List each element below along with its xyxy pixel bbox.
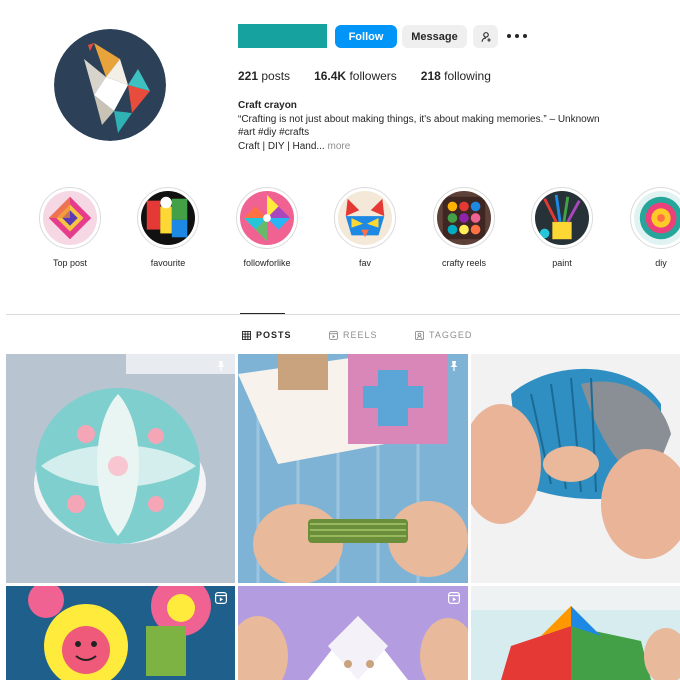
post-image [471,354,680,583]
following-count: 218 [420,69,441,83]
following-stat[interactable]: 218 following [421,69,491,83]
highlight-followforlike[interactable]: followforlike [227,187,307,268]
paper-art-icon [141,191,195,245]
post-tile-paper-card-folding[interactable] [238,354,468,583]
display-name: Craft crayon [238,100,297,111]
suggested-users-button[interactable] [473,25,498,48]
username-redacted [238,24,327,48]
posts-count: 221 [238,69,259,83]
follow-button[interactable]: Follow [335,25,397,48]
bio-more-link[interactable]: more [328,141,351,152]
grid-icon [242,330,251,340]
reels-icon [215,592,227,604]
highlight-label: Top post [52,258,88,268]
origami-star-icon [43,191,97,245]
highlight-label: fav [358,258,371,268]
paint-brushes-icon [535,191,589,245]
reels-icon [448,592,460,604]
post-tile-paper-flower-crafts[interactable] [6,586,235,680]
paper-cat-icon [338,191,392,245]
bio-line: Craft | DIY | Hand... more [238,140,658,154]
message-button[interactable]: Message [402,25,467,48]
active-tab-indicator [240,313,285,314]
tagged-icon [415,330,424,340]
following-label: following [444,69,491,83]
highlight-label: followforlike [243,258,291,268]
bio-hashtags: #art #diy #crafts [238,127,310,138]
add-user-icon [481,31,491,42]
story-highlights: Top post favourite followforlike fav cra… [0,187,680,277]
highlight-label: paint [552,258,572,268]
followers-label: followers [349,69,397,83]
posts-stat: 221 posts [238,69,290,83]
highlight-diy[interactable]: diy [621,187,680,268]
post-image [471,586,680,680]
tab-label: POSTS [256,330,292,340]
highlight-label: crafty reels [441,258,486,268]
bio-quote: “Crafting is not just about making thing… [238,113,600,125]
bio-truncated-text: Craft | DIY | Hand... [238,140,325,152]
profile-stats: 221 posts 16.4K followers 218 following [238,69,515,83]
pin-icon [217,361,225,371]
post-image [238,354,468,583]
tab-posts[interactable]: POSTS [242,330,292,340]
highlight-favourite[interactable]: favourite [128,187,208,268]
profile-avatar[interactable] [54,29,166,141]
highlight-crafty-reels[interactable]: crafty reels [424,187,504,268]
post-tile-paper-fan-toy[interactable] [471,354,680,583]
tab-tagged[interactable]: TAGGED [415,330,472,340]
post-image [6,354,235,583]
highlight-paint[interactable]: paint [522,187,602,268]
paper-flower-icon [634,191,680,245]
tab-label: REELS [343,330,378,340]
highlight-top-post[interactable]: Top post [30,187,110,268]
pin-icon [450,361,458,371]
highlight-fav[interactable]: fav [325,187,405,268]
tab-reels[interactable]: REELS [329,330,378,340]
tabs-divider [6,314,680,315]
post-tile-paper-fold-purple[interactable] [238,586,468,680]
posts-label: posts [261,69,291,83]
post-image [238,586,468,680]
profile-bio: Craft crayon “Crafting is not just about… [238,99,658,153]
craft-box-icon [437,191,491,245]
more-options-icon[interactable] [507,30,527,42]
reels-icon [329,330,338,340]
highlight-label: favourite [150,258,186,268]
highlight-label: diy [655,258,667,268]
post-image [6,586,235,680]
followers-stat[interactable]: 16.4K followers [314,69,397,83]
post-tile-origami-star-toy[interactable] [471,586,680,680]
followers-count: 16.4K [314,69,347,83]
tab-label: TAGGED [429,330,473,340]
post-tile-floral-paper-ball[interactable] [6,354,235,583]
pinwheel-icon [240,191,294,245]
